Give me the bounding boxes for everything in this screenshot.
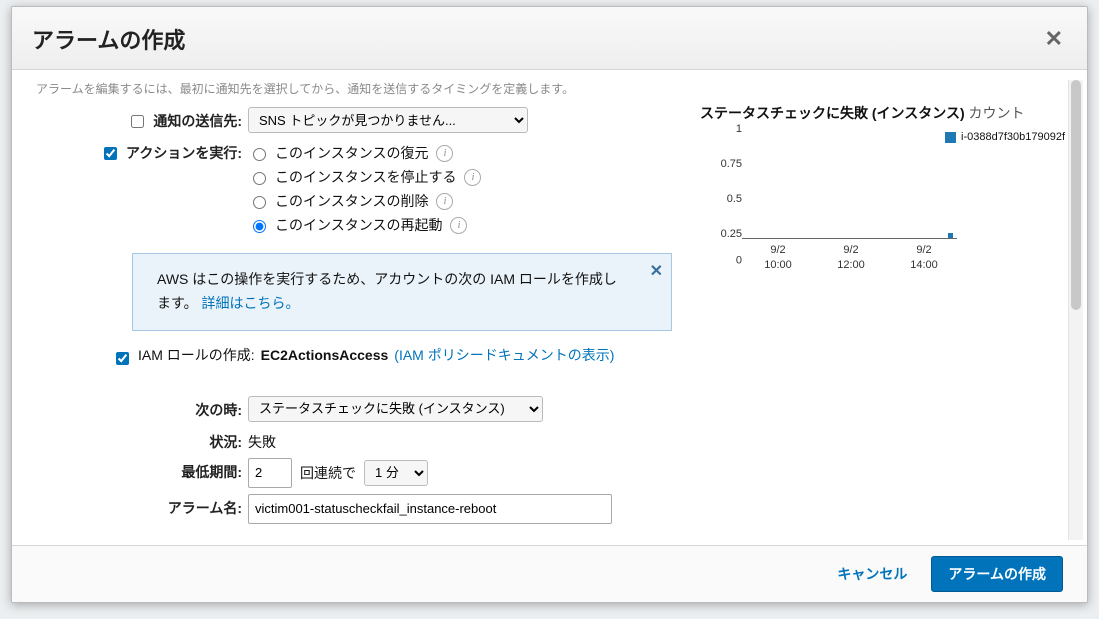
action-reboot-label: このインスタンスの再起動: [275, 215, 442, 235]
intro-text: アラームを編集するには、最初に通知先を選択してから、通知を送信するタイミングを定…: [36, 80, 1067, 97]
chart-legend: i-0388d7f30b179092f: [945, 131, 1065, 143]
action-stop-label: このインスタンスを停止する: [275, 167, 456, 187]
scroll-thumb[interactable]: [1071, 80, 1081, 310]
info-icon[interactable]: i: [450, 217, 467, 234]
xtick: 10:00: [764, 258, 792, 272]
action-stop-radio[interactable]: [253, 172, 266, 185]
for-at-least-label: 最低期間:: [32, 458, 248, 482]
send-notification-label: 通知の送信先:: [153, 111, 242, 131]
xtick: 9/2: [837, 243, 865, 257]
info-icon[interactable]: i: [436, 145, 453, 162]
dialog-body: アラームを編集するには、最初に通知先を選択してから、通知を送信するタイミングを定…: [12, 70, 1087, 550]
ytick: 0.5: [706, 193, 742, 205]
take-action-checkbox[interactable]: [104, 147, 117, 160]
iam-policy-link[interactable]: (IAM ポリシードキュメントの表示): [394, 345, 614, 365]
ytick: 0.75: [706, 158, 742, 170]
consecutive-label: 回連続で: [300, 463, 356, 483]
dialog-title: アラームの作成: [32, 23, 185, 55]
create-alarm-dialog: アラームの作成 ✕ アラームを編集するには、最初に通知先を選択してから、通知を送…: [11, 6, 1088, 603]
is-value: 失敗: [248, 434, 276, 450]
action-delete-radio[interactable]: [253, 196, 266, 209]
is-label: 状況:: [32, 428, 248, 452]
info-icon[interactable]: i: [436, 193, 453, 210]
action-recover-label: このインスタンスの復元: [275, 143, 428, 163]
scrollbar[interactable]: [1068, 80, 1083, 540]
sns-topic-select[interactable]: SNS トピックが見つかりません...: [248, 107, 528, 133]
close-icon[interactable]: ✕: [1041, 24, 1067, 54]
close-icon[interactable]: ✕: [650, 258, 663, 285]
form-column: 通知の送信先: SNS トピックが見つかりません... アクションを実行:: [32, 101, 672, 530]
whenever-label: 次の時:: [32, 396, 248, 420]
legend-label: i-0388d7f30b179092f: [961, 131, 1065, 143]
iam-notice-link[interactable]: 詳細はこちら。: [202, 295, 300, 311]
create-alarm-button[interactable]: アラームの作成: [931, 556, 1063, 592]
alarm-name-input[interactable]: [248, 494, 612, 524]
iam-role-label: IAM ロールの作成:: [138, 345, 255, 365]
chart-plot: i-0388d7f30b179092f 1 0.75 0.5 0.25 0: [706, 129, 1067, 269]
xtick: 12:00: [837, 258, 865, 272]
ytick: 0: [706, 255, 742, 267]
iam-role-name: EC2ActionsAccess: [261, 347, 389, 363]
xtick: 14:00: [910, 258, 938, 272]
send-notification-checkbox[interactable]: [131, 115, 144, 128]
ytick: 0.25: [706, 228, 742, 240]
ytick: 1: [706, 123, 742, 135]
cancel-button[interactable]: キャンセル: [831, 563, 913, 585]
xtick: 9/2: [910, 243, 938, 257]
action-delete-label: このインスタンスの削除: [275, 191, 428, 211]
bar-icon: [948, 233, 953, 238]
create-iam-role-checkbox[interactable]: [116, 352, 129, 365]
info-icon[interactable]: i: [464, 169, 481, 186]
period-length-select[interactable]: 1 分: [364, 460, 428, 486]
metric-select[interactable]: ステータスチェックに失敗 (インスタンス): [248, 396, 543, 422]
action-recover-radio[interactable]: [253, 148, 266, 161]
take-action-label: アクションを実行:: [126, 143, 242, 163]
action-reboot-radio[interactable]: [253, 220, 266, 233]
alarm-name-label: アラーム名:: [32, 494, 248, 518]
chart-title: ステータスチェックに失敗 (インスタンス) カウント: [700, 103, 1067, 123]
iam-notice: ✕ AWS はこの操作を実行するため、アカウントの次の IAM ロールを作成しま…: [132, 253, 672, 331]
chart-column: ステータスチェックに失敗 (インスタンス) カウント i-0388d7f30b1…: [700, 101, 1067, 530]
periods-input[interactable]: [248, 458, 292, 488]
dialog-header: アラームの作成 ✕: [12, 7, 1087, 70]
xtick: 9/2: [764, 243, 792, 257]
dialog-footer: キャンセル アラームの作成: [12, 545, 1087, 602]
